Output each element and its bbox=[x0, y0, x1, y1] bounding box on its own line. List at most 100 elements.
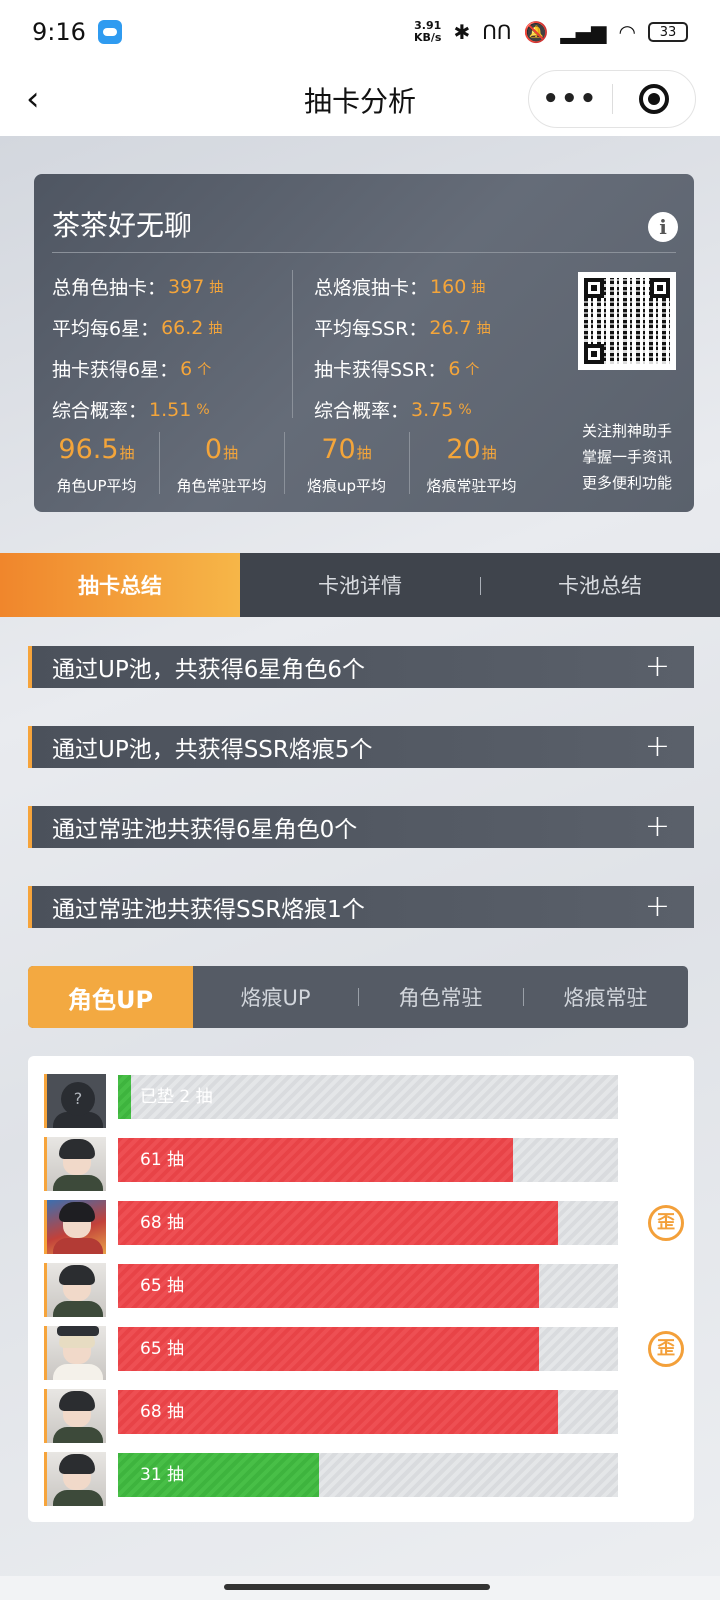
stat-value: 6 bbox=[180, 357, 193, 380]
pull-progress-bar: 68 抽 bbox=[118, 1201, 618, 1245]
pull-count-label: 65 抽 bbox=[140, 1339, 185, 1359]
average-item: 0抽 角色常驻平均 bbox=[159, 432, 284, 502]
average-item: 70抽 烙痕up平均 bbox=[284, 432, 409, 502]
accordion-title: 通过常驻池共获得6星角色0个 bbox=[52, 817, 358, 843]
status-time: 9:16 bbox=[32, 18, 86, 46]
avatar-hair bbox=[59, 1202, 95, 1222]
status-bar: 9:16 3.91 KB/s ✱ ᑎᑎ 🔕 ▂▄▆ ◠ 33 bbox=[0, 0, 720, 64]
expand-plus-icon[interactable]: + bbox=[645, 729, 670, 764]
bluetooth-icon: ✱ bbox=[453, 20, 471, 44]
stat-label: 平均每SSR： bbox=[314, 318, 428, 340]
accordion-up-imprints[interactable]: 通过UP池，共获得SSR烙痕5个 + bbox=[28, 726, 694, 768]
character-avatar bbox=[44, 1200, 106, 1254]
average-unit: 抽 bbox=[356, 444, 372, 462]
follow-promo: 关注荆神助手 掌握一手资讯 更多便利功能 bbox=[582, 418, 672, 496]
average-unit: 抽 bbox=[119, 444, 135, 462]
pull-progress-bar: 65 抽 bbox=[118, 1327, 618, 1371]
pull-row[interactable]: 68 抽 bbox=[44, 1389, 684, 1443]
accordion-standard-characters[interactable]: 通过常驻池共获得6星角色0个 + bbox=[28, 806, 694, 848]
cloud-app-icon bbox=[97, 20, 122, 44]
stat-unit: 个 bbox=[465, 361, 480, 378]
subtab-character-up[interactable]: 角色UP bbox=[28, 966, 193, 1028]
character-avatar bbox=[44, 1389, 106, 1443]
pool-type-tabs: 角色UP 烙痕UP 角色常驻 烙痕常驻 bbox=[28, 966, 688, 1028]
main-tabs: 抽卡总结 卡池详情 卡池总结 bbox=[0, 553, 720, 617]
stat-label: 综合概率： bbox=[52, 400, 148, 422]
pull-row[interactable]: ? 已垫 2 抽 bbox=[44, 1074, 684, 1128]
avatar-body bbox=[53, 1301, 103, 1317]
average-item: 20抽 烙痕常驻平均 bbox=[409, 432, 534, 502]
expand-plus-icon[interactable]: + bbox=[645, 649, 670, 684]
miniprogram-capsule: ••• bbox=[528, 70, 696, 128]
stat-unit: % bbox=[458, 401, 472, 418]
character-stats: 总角色抽卡： 397 抽 平均每6星： 66.2 抽 抽卡获得6星： 6 个 综合概率： 1.… bbox=[52, 266, 223, 430]
home-indicator[interactable] bbox=[224, 1584, 490, 1590]
average-value: 96.5 bbox=[58, 434, 119, 465]
average-label: 烙痕up平均 bbox=[306, 477, 387, 495]
avatar-hair bbox=[59, 1139, 95, 1159]
pull-history-panel: ? 已垫 2 抽 61 抽 68 抽歪 65 抽 65 抽歪 68 抽 31 抽 bbox=[28, 1056, 694, 1522]
tab-pull-summary[interactable]: 抽卡总结 bbox=[0, 553, 240, 617]
close-miniprogram-button[interactable] bbox=[613, 84, 696, 114]
pull-count-label: 68 抽 bbox=[140, 1402, 185, 1422]
target-icon bbox=[638, 84, 669, 114]
average-label: 角色常驻平均 bbox=[176, 477, 267, 495]
follow-line: 更多便利功能 bbox=[581, 474, 672, 492]
stat-row: 抽卡获得6星： 6 个 bbox=[52, 348, 223, 389]
off-rate-badge: 歪 bbox=[648, 1331, 684, 1367]
stat-unit: % bbox=[196, 401, 210, 418]
avatar-hair bbox=[59, 1391, 95, 1411]
card-divider bbox=[52, 252, 676, 253]
average-label: 烙痕常驻平均 bbox=[426, 477, 517, 495]
pull-progress-bar: 61 抽 bbox=[118, 1138, 618, 1182]
pull-count-label: 61 抽 bbox=[140, 1150, 185, 1170]
qr-finder bbox=[650, 278, 670, 298]
pull-count-label: 已垫 2 抽 bbox=[140, 1087, 213, 1107]
more-options-button[interactable]: ••• bbox=[529, 84, 612, 114]
stat-label: 平均每6星： bbox=[52, 318, 160, 340]
subtab-imprint-up[interactable]: 烙痕UP bbox=[193, 966, 358, 1028]
pull-count-label: 68 抽 bbox=[140, 1213, 185, 1233]
stat-unit: 个 bbox=[197, 361, 212, 378]
pull-row[interactable]: 31 抽 bbox=[44, 1452, 684, 1506]
stat-unit: 抽 bbox=[209, 279, 224, 296]
follow-line: 掌握一手资讯 bbox=[581, 448, 672, 466]
avatar-body bbox=[53, 1427, 103, 1443]
tab-pool-summary[interactable]: 卡池总结 bbox=[480, 553, 720, 617]
stat-row: 综合概率： 1.51% bbox=[52, 389, 223, 430]
average-unit: 抽 bbox=[481, 444, 497, 462]
subtab-character-standard[interactable]: 角色常驻 bbox=[358, 966, 523, 1028]
pull-row[interactable]: 68 抽 歪 bbox=[44, 1200, 684, 1254]
pull-count-label: 31 抽 bbox=[140, 1465, 185, 1485]
accordion-up-characters[interactable]: 通过UP池，共获得6星角色6个 + bbox=[28, 646, 694, 688]
avatar-hair bbox=[59, 1265, 95, 1285]
off-rate-badge: 歪 bbox=[648, 1205, 684, 1241]
stat-label: 抽卡获得SSR： bbox=[314, 359, 447, 381]
accordion-standard-imprints[interactable]: 通过常驻池共获得SSR烙痕1个 + bbox=[28, 886, 694, 928]
subtab-imprint-standard[interactable]: 烙痕常驻 bbox=[523, 966, 688, 1028]
username: 茶茶好无聊 bbox=[52, 209, 193, 242]
stat-value: 1.51 bbox=[149, 398, 192, 421]
expand-plus-icon[interactable]: + bbox=[645, 889, 670, 924]
expand-plus-icon[interactable]: + bbox=[645, 809, 670, 844]
pull-progress-bar: 68 抽 bbox=[118, 1390, 618, 1434]
average-unit: 抽 bbox=[223, 444, 239, 462]
network-speed-unit: KB/s bbox=[413, 31, 442, 44]
avatar-body bbox=[53, 1490, 103, 1506]
pull-row[interactable]: 61 抽 bbox=[44, 1137, 684, 1191]
home-indicator-bar bbox=[0, 1576, 720, 1600]
avatar-hair bbox=[59, 1454, 95, 1474]
character-avatar bbox=[44, 1326, 106, 1380]
qr-code[interactable] bbox=[578, 272, 676, 370]
average-item: 96.5抽 角色UP平均 bbox=[34, 432, 159, 502]
info-icon[interactable]: i bbox=[648, 212, 678, 242]
stat-row: 总角色抽卡： 397 抽 bbox=[52, 266, 223, 307]
pull-row[interactable]: 65 抽 歪 bbox=[44, 1326, 684, 1380]
pull-row[interactable]: 65 抽 bbox=[44, 1263, 684, 1317]
unknown-character-icon: ? bbox=[61, 1082, 95, 1116]
accordion-title: 通过UP池，共获得SSR烙痕5个 bbox=[52, 737, 373, 763]
qr-finder bbox=[584, 344, 604, 364]
avatar-cap bbox=[57, 1326, 99, 1336]
tab-pool-details[interactable]: 卡池详情 bbox=[240, 553, 480, 617]
stat-unit: 抽 bbox=[208, 320, 223, 337]
